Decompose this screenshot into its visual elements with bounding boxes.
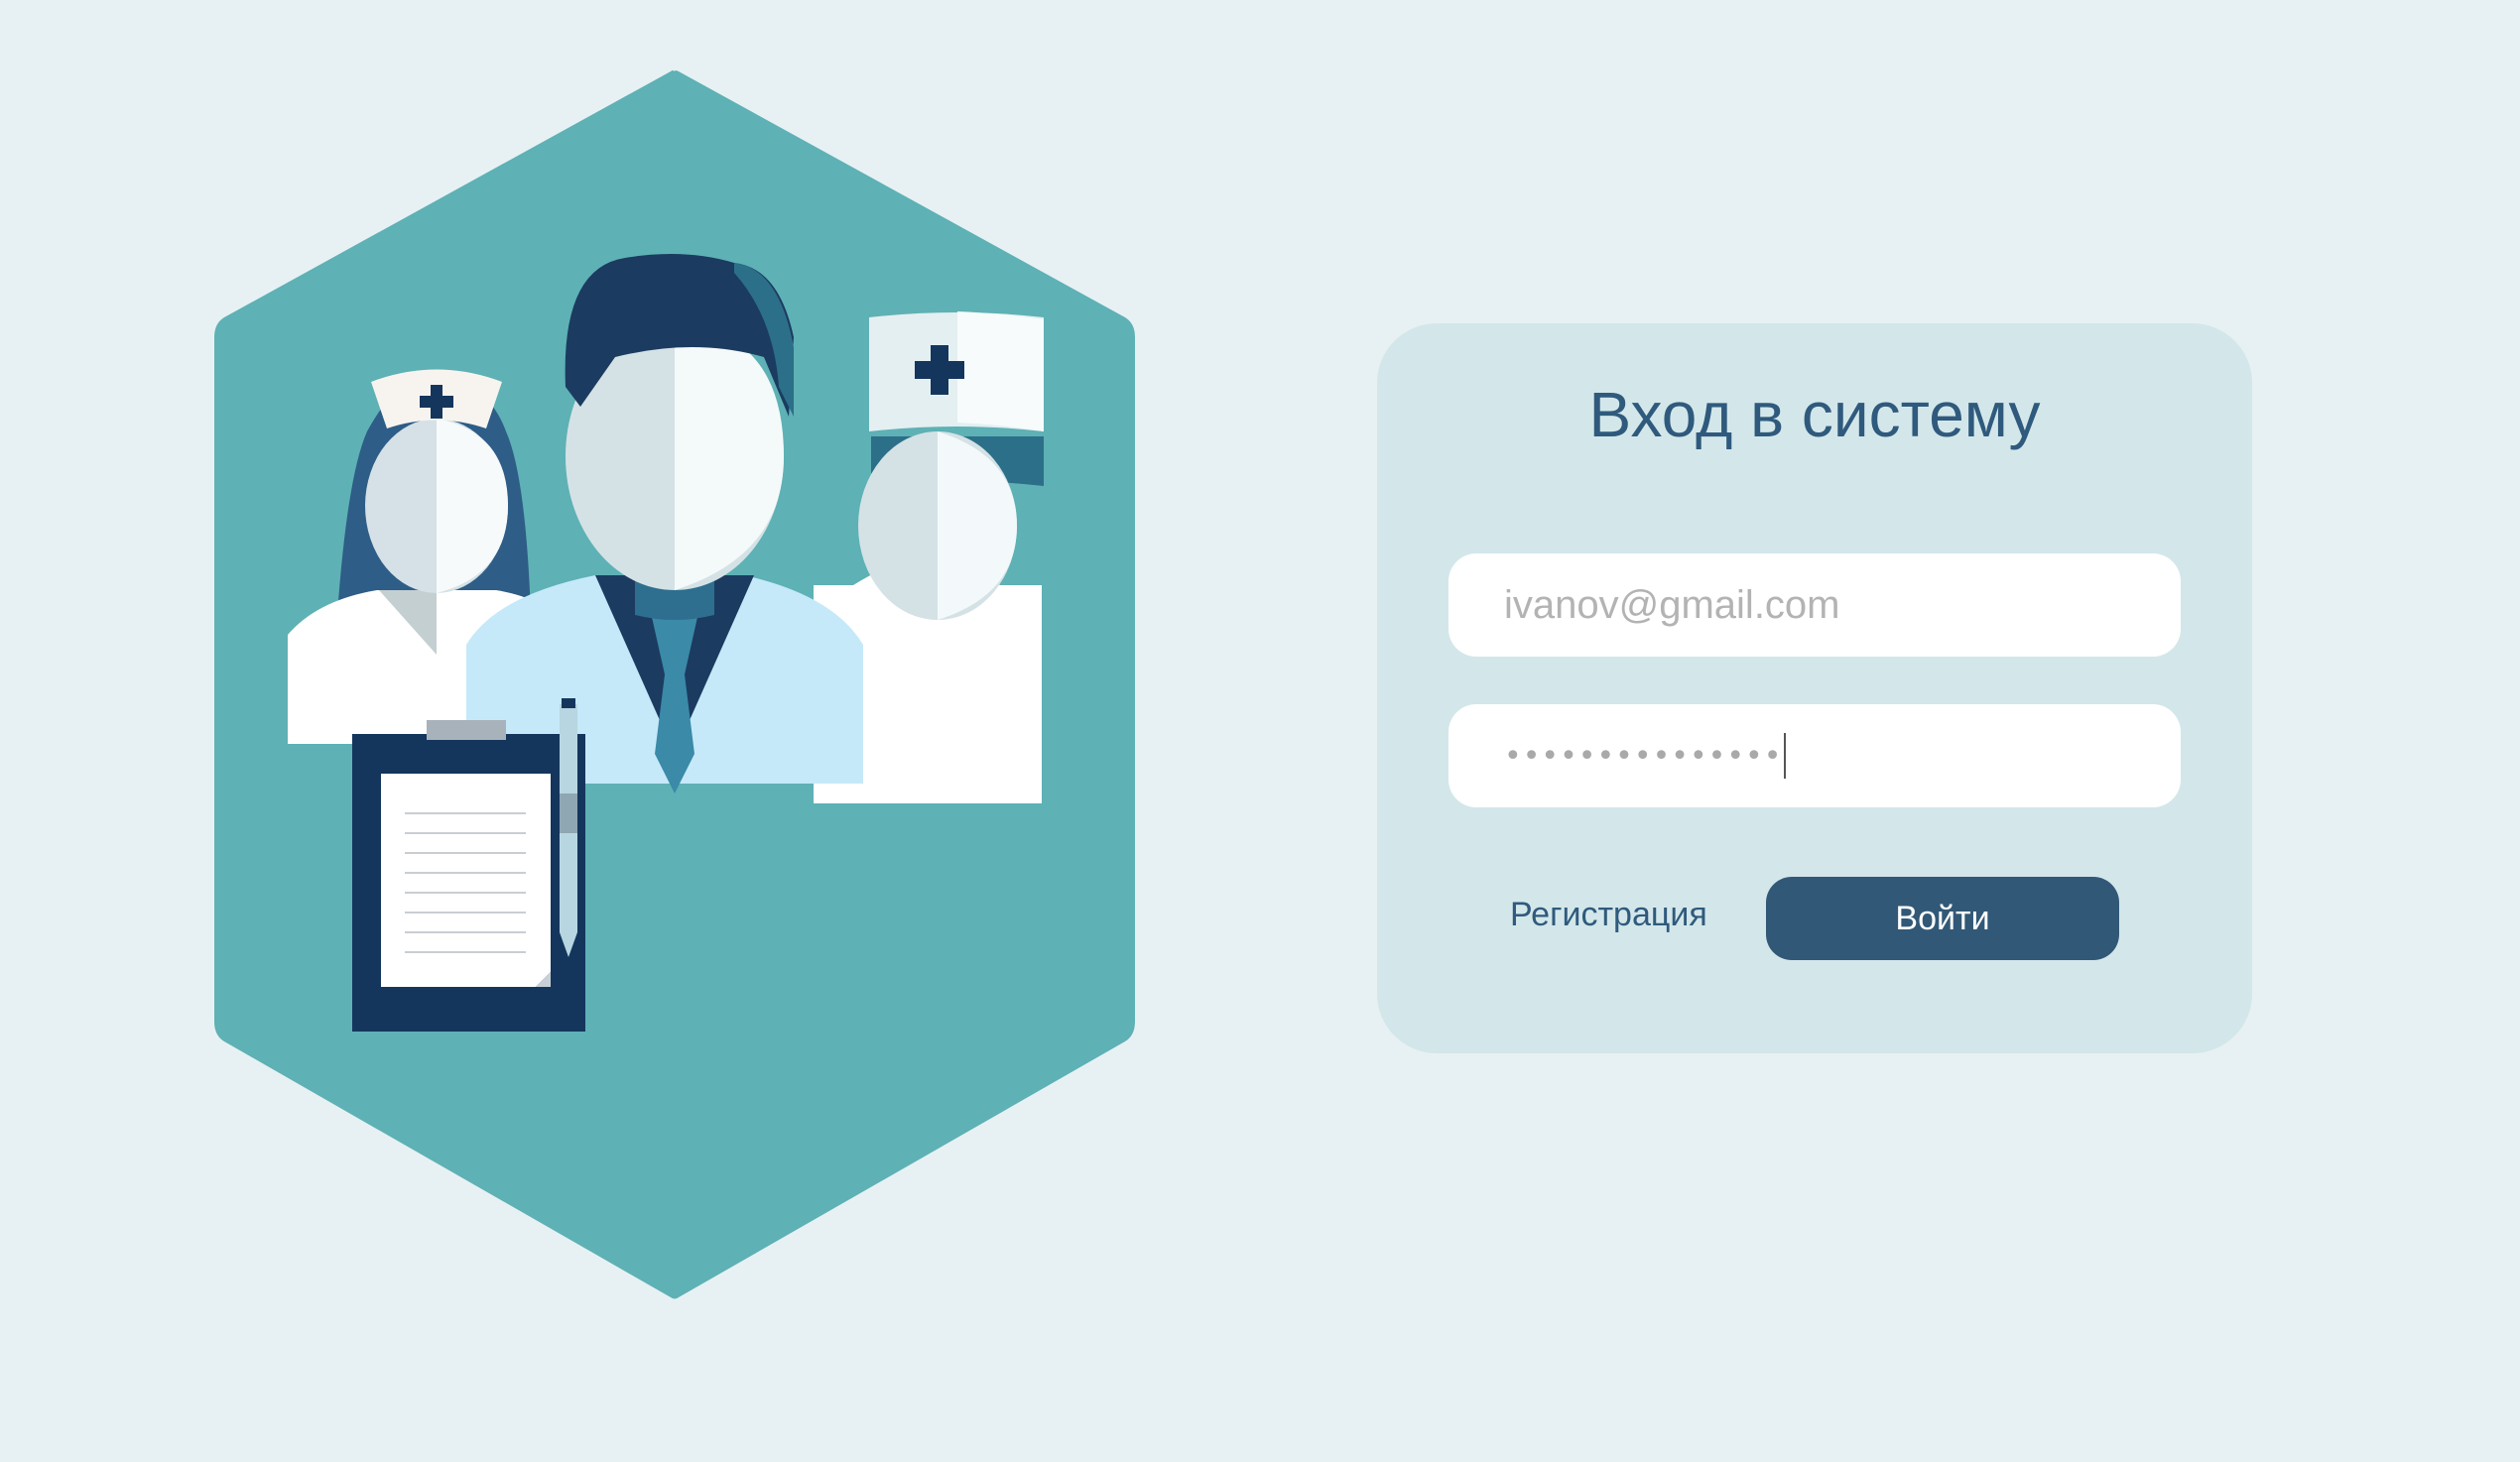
clipboard-figure bbox=[352, 698, 585, 1032]
login-button[interactable]: Войти bbox=[1766, 877, 2119, 960]
medical-team-illustration bbox=[198, 60, 1151, 1309]
text-caret bbox=[1784, 733, 1787, 779]
email-field-wrapper bbox=[1449, 553, 2181, 657]
login-title: Вход в систему bbox=[1588, 379, 2041, 450]
password-input[interactable]: ••••••••••••••• bbox=[1504, 739, 1782, 774]
register-link[interactable]: Регистрация bbox=[1510, 893, 1707, 936]
pen-icon bbox=[560, 698, 577, 957]
login-card: Вход в систему ••••••••••••••• Регистрац… bbox=[1377, 323, 2252, 1053]
email-input[interactable] bbox=[1504, 582, 2125, 628]
login-page: Вход в систему ••••••••••••••• Регистрац… bbox=[0, 0, 2520, 1462]
password-field-wrapper[interactable]: ••••••••••••••• bbox=[1449, 704, 2181, 807]
